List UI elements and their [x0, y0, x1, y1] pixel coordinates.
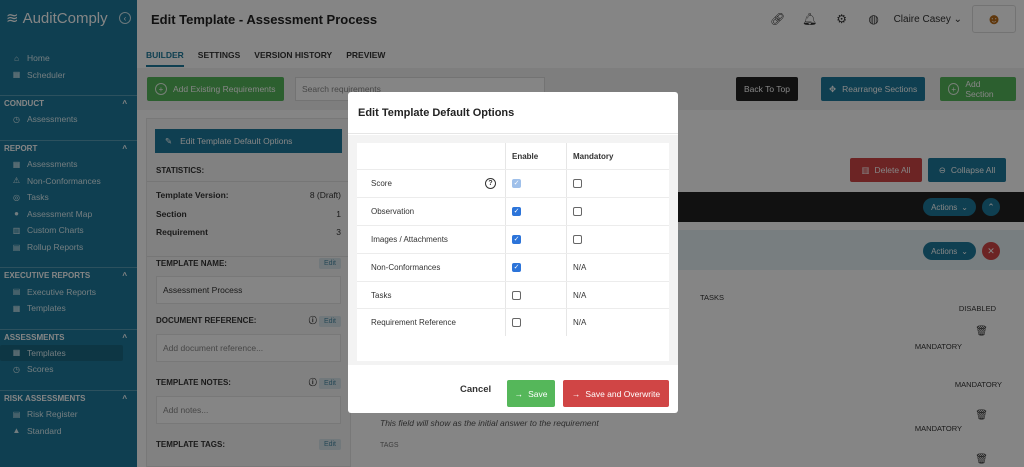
enable-cell: ✓ — [505, 253, 567, 281]
option-row-images: Images / Attachments ✓ — [357, 224, 669, 253]
enable-column-header: Enable — [505, 143, 567, 169]
option-row-observation: Observation ✓ — [357, 196, 669, 225]
non-conformances-enable-checkbox[interactable]: ✓ — [512, 262, 521, 272]
arrow-right-icon: → — [514, 388, 524, 399]
option-row-tasks: Tasks N/A — [357, 280, 669, 309]
header-spacer — [357, 143, 505, 169]
option-label: Images / Attachments — [371, 234, 448, 244]
enable-cell: ✓ — [505, 225, 567, 253]
mandatory-cell — [567, 226, 657, 253]
images-enable-checkbox[interactable]: ✓ — [512, 234, 521, 244]
mandatory-cell: N/A — [567, 282, 657, 309]
enable-cell — [505, 309, 567, 337]
help-icon[interactable]: ? — [485, 177, 496, 189]
mandatory-na-text: N/A — [573, 290, 587, 300]
mandatory-na-text: N/A — [573, 262, 587, 272]
mandatory-cell: N/A — [567, 254, 657, 281]
option-label: Non-Conformances — [371, 262, 441, 272]
modal-body: Enable Mandatory Score? ✓ Observation ✓ … — [348, 135, 678, 365]
option-label: Observation — [371, 206, 415, 216]
mandatory-cell — [567, 198, 657, 225]
score-mandatory-checkbox[interactable] — [573, 178, 582, 188]
save-button[interactable]: → Save — [507, 380, 555, 407]
requirement-reference-enable-checkbox[interactable] — [512, 318, 521, 328]
mandatory-column-header: Mandatory — [573, 151, 614, 161]
edit-template-defaults-modal: Edit Template Default Options Enable Man… — [348, 92, 678, 413]
options-table-header: Enable Mandatory — [357, 143, 669, 169]
mandatory-cell: N/A — [567, 309, 657, 336]
modal-footer: Cancel → Save → Save and Overwrite — [348, 365, 678, 413]
images-mandatory-checkbox[interactable] — [573, 234, 582, 244]
tasks-enable-checkbox[interactable] — [512, 290, 521, 300]
option-label: Tasks — [371, 290, 392, 300]
mandatory-na-text: N/A — [573, 318, 587, 328]
enable-cell — [505, 281, 567, 309]
modal-title: Edit Template Default Options — [348, 92, 678, 134]
save-and-overwrite-button[interactable]: → Save and Overwrite — [563, 380, 669, 407]
mandatory-cell — [567, 170, 657, 197]
cancel-button[interactable]: Cancel — [460, 384, 491, 395]
observation-mandatory-checkbox[interactable] — [573, 206, 582, 216]
option-row-non-conformances: Non-Conformances ✓ N/A — [357, 252, 669, 281]
enable-cell: ✓ — [505, 197, 567, 225]
option-row-score: Score? ✓ — [357, 169, 669, 197]
enable-cell: ✓ — [505, 170, 567, 197]
score-enable-checkbox: ✓ — [512, 178, 521, 188]
observation-enable-checkbox[interactable]: ✓ — [512, 206, 521, 216]
arrow-right-icon: → — [571, 388, 581, 399]
option-row-requirement-reference: Requirement Reference N/A — [357, 308, 669, 337]
option-label: Score? — [357, 170, 505, 197]
default-options-table: Enable Mandatory Score? ✓ Observation ✓ … — [357, 143, 669, 361]
option-label: Requirement Reference — [371, 318, 456, 328]
